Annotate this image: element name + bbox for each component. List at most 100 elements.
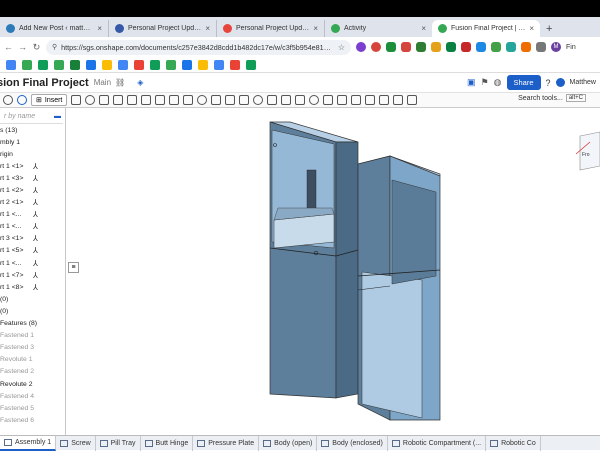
extension-icon[interactable]	[521, 42, 531, 52]
close-icon[interactable]: ×	[205, 24, 210, 33]
tree-item[interactable]: rt 1 <... ⅄	[0, 221, 65, 233]
linear-relation-icon[interactable]	[295, 95, 306, 105]
display-icon[interactable]	[407, 95, 418, 105]
undo-icon[interactable]	[3, 95, 13, 105]
replicate-icon[interactable]	[71, 95, 82, 105]
bookmark-icon[interactable]	[166, 59, 176, 70]
gear-relation-icon[interactable]	[253, 95, 264, 105]
bookmark-icon[interactable]	[54, 59, 64, 70]
workspace-label[interactable]: Main	[94, 78, 111, 87]
pin-slot-mate-icon[interactable]	[183, 95, 194, 105]
extension-icon[interactable]	[431, 42, 441, 52]
notifications-icon[interactable]: ▣	[467, 77, 476, 88]
element-tab[interactable]: Robotic Co	[486, 435, 541, 451]
user-name[interactable]: Matthew	[570, 79, 596, 86]
section-view-icon[interactable]	[337, 95, 348, 105]
bookmark-icon[interactable]	[86, 59, 96, 70]
mate-connector-icon[interactable]	[309, 95, 320, 105]
forward-icon[interactable]: →	[18, 42, 27, 52]
browser-tab[interactable]: Activity ×	[324, 20, 432, 37]
slider-mate-icon[interactable]	[141, 95, 152, 105]
avatar[interactable]: M	[551, 42, 561, 52]
tree-item[interactable]: rt 1 <7> ⅄	[0, 269, 65, 281]
extension-icon[interactable]	[386, 42, 396, 52]
tree-item[interactable]: rt 1 <... ⅄	[0, 257, 65, 269]
tree-item[interactable]: s (13)	[0, 124, 65, 136]
screw-relation-icon[interactable]	[281, 95, 292, 105]
element-tab[interactable]: Robotic Compartment (...	[388, 435, 487, 451]
width-mate-icon[interactable]	[239, 95, 250, 105]
bookmark-icon[interactable]	[6, 59, 16, 70]
address-bar[interactable]: ⚲ https://sgs.onshape.com/documents/c257…	[46, 39, 351, 55]
extension-icon[interactable]	[476, 42, 486, 52]
folder-icon[interactable]: ▬	[54, 113, 61, 120]
element-tab[interactable]: Body (enclosed)	[317, 435, 388, 451]
link-icon[interactable]: ⛓	[115, 78, 125, 87]
document-title[interactable]: sion Final Project	[0, 77, 89, 89]
app-store-icon[interactable]: ◍	[494, 77, 502, 88]
browser-tab[interactable]: Personal Project Update ×	[216, 20, 324, 37]
profile-label[interactable]: Fin	[566, 44, 576, 51]
tree-item[interactable]: Fastened 2	[0, 366, 65, 378]
element-tab[interactable]: Screw	[56, 435, 96, 451]
bookmark-icon[interactable]	[70, 59, 80, 70]
reload-icon[interactable]: ↻	[32, 42, 41, 53]
rack-pinion-icon[interactable]	[267, 95, 278, 105]
bookmark-icon[interactable]	[102, 59, 112, 70]
browser-tab[interactable]: Personal Project Update ‹ jo ×	[108, 20, 216, 37]
interference-icon[interactable]	[393, 95, 404, 105]
panel-toggle-icon[interactable]: ≡	[68, 262, 79, 273]
bookmark-icon[interactable]	[118, 59, 128, 70]
extension-icon[interactable]	[416, 42, 426, 52]
bookmark-icon[interactable]	[198, 59, 208, 70]
tree-item[interactable]: rt 1 <8> ⅄	[0, 281, 65, 293]
fastened-mate-icon[interactable]	[113, 95, 124, 105]
mass-properties-icon[interactable]	[365, 95, 376, 105]
versions-icon[interactable]: ◈	[137, 78, 143, 87]
cylindrical-mate-icon[interactable]	[169, 95, 180, 105]
measure-icon[interactable]	[351, 95, 362, 105]
close-icon[interactable]: ×	[529, 24, 534, 33]
extension-icon[interactable]	[446, 42, 456, 52]
tree-item[interactable]: rt 1 <5> ⅄	[0, 245, 65, 257]
tree-item[interactable]: (0)	[0, 293, 65, 305]
close-icon[interactable]: ×	[97, 24, 102, 33]
tree-item[interactable]: Fastened 4	[0, 390, 65, 402]
extension-icon[interactable]	[506, 42, 516, 52]
browser-tab[interactable]: Add New Post ‹ matthewa – ×	[0, 20, 108, 37]
view-cube[interactable]: Fro	[575, 131, 600, 171]
extension-icon[interactable]	[461, 42, 471, 52]
config-icon[interactable]	[17, 95, 27, 105]
tree-item[interactable]: Features (8)	[0, 318, 65, 330]
tree-item[interactable]: rt 1 <... ⅄	[0, 209, 65, 221]
new-tab-button[interactable]: +	[540, 20, 558, 37]
explode-icon[interactable]	[323, 95, 334, 105]
help-icon[interactable]: ?	[546, 78, 551, 88]
star-icon[interactable]: ☆	[338, 43, 345, 52]
element-tab[interactable]: Pill Tray	[96, 435, 141, 451]
ball-mate-icon[interactable]	[197, 95, 208, 105]
tree-item[interactable]: Fastened 1	[0, 330, 65, 342]
tangent-mate-icon[interactable]	[225, 95, 236, 105]
tree-item[interactable]: mbly 1	[0, 136, 65, 148]
avatar[interactable]	[555, 78, 565, 87]
tree-item[interactable]: rt 1 <3> ⅄	[0, 172, 65, 184]
extension-icon[interactable]	[401, 42, 411, 52]
tree-item[interactable]: rigin	[0, 148, 65, 160]
bookmark-icon[interactable]	[182, 59, 192, 70]
bookmark-icon[interactable]	[134, 59, 144, 70]
element-tab[interactable]: Assembly 1	[0, 435, 57, 451]
graphics-area[interactable]: Fro ≡	[66, 108, 600, 435]
named-views-icon[interactable]	[379, 95, 390, 105]
bookmark-icon[interactable]	[246, 59, 256, 70]
right-enclosure[interactable]	[357, 155, 441, 421]
revolute-mate-icon[interactable]	[127, 95, 138, 105]
bookmark-icon[interactable]	[38, 59, 48, 70]
element-tab[interactable]: Butt Hinge	[141, 435, 194, 451]
extension-icon[interactable]	[371, 42, 381, 52]
tree-item[interactable]: rt 2 <1> ⅄	[0, 197, 65, 209]
tree-item[interactable]: (0)	[0, 305, 65, 317]
tree-item[interactable]: Fastened 5	[0, 402, 65, 414]
tree-item[interactable]: Fastened 6	[0, 414, 65, 426]
site-info-icon[interactable]: ⚲	[52, 43, 57, 51]
